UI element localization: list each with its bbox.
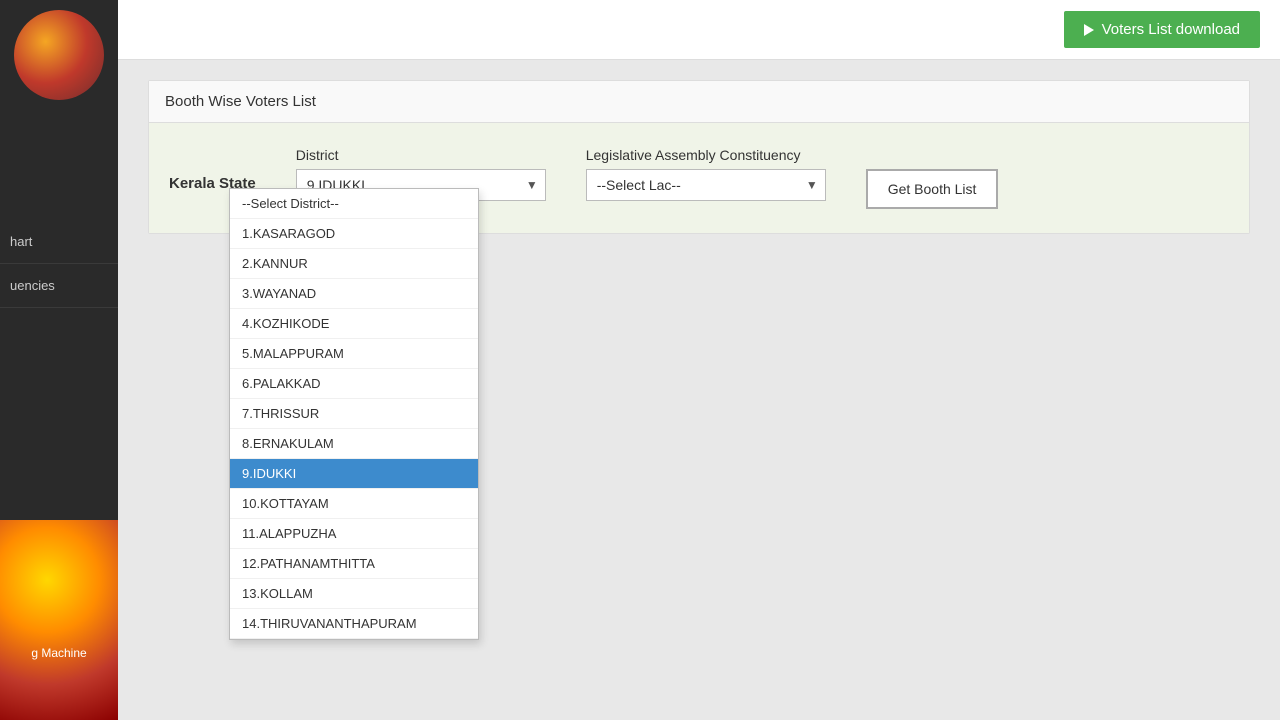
content-area: Booth Wise Voters List Kerala State Dist…	[118, 60, 1280, 720]
district-dropdown-item[interactable]: 11.ALAPPUZHA	[230, 519, 478, 549]
lac-select[interactable]: --Select Lac--	[586, 169, 826, 201]
district-dropdown-item[interactable]: 4.KOZHIKODE	[230, 309, 478, 339]
machine-label: g Machine	[0, 646, 118, 660]
district-dropdown-item[interactable]: 1.KASARAGOD	[230, 219, 478, 249]
lac-field-group: Legislative Assembly Constituency --Sele…	[586, 147, 826, 201]
section-title: Booth Wise Voters List	[149, 81, 1249, 123]
main-content: Voters List download Booth Wise Voters L…	[118, 0, 1280, 720]
booth-wise-section: Booth Wise Voters List Kerala State Dist…	[148, 80, 1250, 234]
sidebar: hart uencies g Machine	[0, 0, 118, 720]
get-booth-list-button[interactable]: Get Booth List	[866, 169, 999, 209]
district-dropdown-item[interactable]: 3.WAYANAD	[230, 279, 478, 309]
sidebar-menu: hart uencies	[0, 220, 118, 520]
state-label: Kerala State	[169, 147, 256, 192]
district-dropdown-item[interactable]: 12.PATHANAMTHITTA	[230, 549, 478, 579]
form-area: Kerala State District --Select District-…	[149, 123, 1249, 233]
district-dropdown-overlay[interactable]: --Select District--1.KASARAGOD2.KANNUR3.…	[229, 188, 479, 640]
sidebar-avatar-area	[0, 0, 118, 220]
district-dropdown-item[interactable]: 5.MALAPPURAM	[230, 339, 478, 369]
sidebar-bottom-image: g Machine	[0, 520, 118, 720]
district-dropdown-item[interactable]: 6.PALAKKAD	[230, 369, 478, 399]
district-dropdown-item[interactable]: 8.ERNAKULAM	[230, 429, 478, 459]
district-dropdown-item[interactable]: --Select District--	[230, 189, 478, 219]
topbar: Voters List download	[118, 0, 1280, 60]
voters-list-download-button[interactable]: Voters List download	[1064, 11, 1260, 48]
avatar	[14, 10, 104, 100]
district-dropdown-item[interactable]: 9.IDUKKI	[230, 459, 478, 489]
district-dropdown-item[interactable]: 10.KOTTAYAM	[230, 489, 478, 519]
lac-label: Legislative Assembly Constituency	[586, 147, 826, 163]
district-dropdown-item[interactable]: 13.KOLLAM	[230, 579, 478, 609]
play-icon	[1084, 24, 1094, 36]
district-dropdown-item[interactable]: 2.KANNUR	[230, 249, 478, 279]
district-label: District	[296, 147, 546, 163]
district-dropdown-item[interactable]: 7.THRISSUR	[230, 399, 478, 429]
district-dropdown-item[interactable]: 14.THIRUVANANTHAPURAM	[230, 609, 478, 639]
sidebar-item-chart[interactable]: hart	[0, 220, 118, 264]
district-field-group: District --Select District--1.KASARAGOD2…	[296, 147, 546, 201]
lac-select-wrapper: --Select Lac-- ▼	[586, 169, 826, 201]
sidebar-item-frequencies[interactable]: uencies	[0, 264, 118, 308]
